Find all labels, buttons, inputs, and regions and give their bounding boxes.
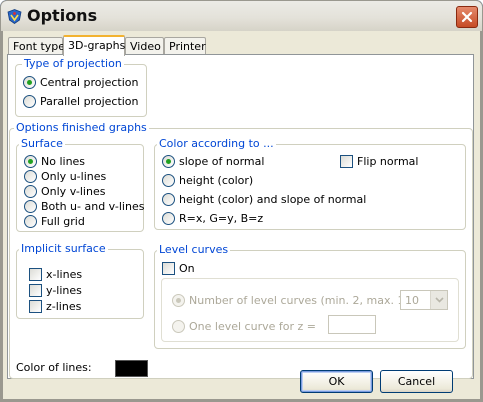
radio-rgb-xyz[interactable]: R=x, G=y, B=z <box>162 211 263 226</box>
radio-label: One level curve for z = <box>189 320 316 333</box>
checkbox[interactable] <box>340 155 353 168</box>
radio-button[interactable] <box>24 185 37 198</box>
checkbox-level-on[interactable]: On <box>162 261 195 276</box>
radio-number-of-level-curves[interactable]: Number of level curves (min. 2, max. 100… <box>172 293 426 308</box>
radio-label: Only u-lines <box>41 170 107 183</box>
radio-button[interactable] <box>172 294 185 307</box>
tab-label: Font type <box>13 40 66 53</box>
radio-label: No lines <box>41 155 86 168</box>
title-bar[interactable]: Options <box>0 0 483 31</box>
level-z-input[interactable] <box>328 315 376 334</box>
tab-video[interactable]: Video <box>125 37 164 54</box>
tab-printer[interactable]: Printer <box>164 37 206 54</box>
radio-central-projection[interactable]: Central projection <box>23 75 138 90</box>
radio-label: Both u- and v-lines <box>41 200 145 213</box>
checkbox-label: y-lines <box>46 284 82 297</box>
radio-button[interactable] <box>162 155 175 168</box>
checkbox-label: Flip normal <box>357 155 419 168</box>
checkbox-x-lines[interactable]: x-lines <box>29 267 82 282</box>
checkbox-z-lines[interactable]: z-lines <box>29 299 81 314</box>
options-dialog: Options Font type 3D-graphs Video Printe… <box>0 0 483 402</box>
tab-label: 3D-graphs <box>68 39 126 52</box>
radio-button[interactable] <box>162 193 175 206</box>
checkbox[interactable] <box>162 262 175 275</box>
radio-height-color[interactable]: height (color) <box>162 173 253 188</box>
radio-button[interactable] <box>162 212 175 225</box>
cancel-button[interactable]: Cancel <box>380 370 453 393</box>
checkbox-label: x-lines <box>46 268 83 281</box>
color-according-group: Color according to ... slope of normal h… <box>154 137 466 230</box>
radio-label: Full grid <box>41 215 85 228</box>
tab-3d-graphs[interactable]: 3D-graphs <box>63 35 125 56</box>
tab-font-type[interactable]: Font type <box>8 37 66 54</box>
radio-button[interactable] <box>23 76 36 89</box>
radio-both-lines[interactable]: Both u- and v-lines <box>24 199 144 214</box>
select-value: 10 <box>405 293 419 307</box>
finished-graphs-group: Options finished graphs Surface No lines… <box>9 121 473 379</box>
checkbox-label: z-lines <box>46 300 82 313</box>
implicit-surface-group: Implicit surface x-lines y-lines z-lines <box>16 242 144 319</box>
close-icon <box>461 11 473 23</box>
radio-label: Parallel projection <box>40 95 139 108</box>
color-of-lines-label: Color of lines: <box>16 361 92 374</box>
tab-panel-3d-graphs: Type of projection Central projection Pa… <box>7 54 474 379</box>
close-button[interactable] <box>456 6 478 28</box>
chevron-down-icon[interactable] <box>430 291 447 309</box>
checkbox-flip-normal[interactable]: Flip normal <box>340 154 418 169</box>
dialog-client-area: Font type 3D-graphs Video Printer Type o… <box>3 31 480 399</box>
color-of-lines-swatch[interactable] <box>115 360 148 377</box>
radio-label: slope of normal <box>179 155 265 168</box>
level-curves-legend: Level curves <box>157 243 231 256</box>
app-logo-icon <box>7 9 22 24</box>
button-label: OK <box>328 375 345 388</box>
button-label: Cancel <box>397 375 436 388</box>
projection-group: Type of projection Central projection Pa… <box>15 57 147 117</box>
radio-button[interactable] <box>24 170 37 183</box>
radio-full-grid[interactable]: Full grid <box>24 214 85 229</box>
checkbox[interactable] <box>29 268 42 281</box>
window-title: Options <box>27 6 98 25</box>
surface-legend: Surface <box>19 137 65 150</box>
radio-height-and-slope[interactable]: height (color) and slope of normal <box>162 192 366 207</box>
ok-button[interactable]: OK <box>300 370 373 393</box>
finished-graphs-legend: Options finished graphs <box>14 121 149 134</box>
radio-one-level-curve[interactable]: One level curve for z = <box>172 319 316 334</box>
radio-label: height (color) <box>179 174 254 187</box>
checkbox-label: On <box>179 262 195 275</box>
radio-button[interactable] <box>162 174 175 187</box>
radio-button[interactable] <box>24 155 37 168</box>
radio-button[interactable] <box>23 95 36 108</box>
surface-group: Surface No lines Only u-lines Only v-lin… <box>16 137 144 232</box>
radio-label: height (color) and slope of normal <box>179 193 367 206</box>
radio-parallel-projection[interactable]: Parallel projection <box>23 94 139 109</box>
radio-label: Only v-lines <box>41 185 106 198</box>
radio-label: Number of level curves (min. 2, max. 100… <box>189 294 427 307</box>
radio-label: Central projection <box>40 76 139 89</box>
radio-label: R=x, G=y, B=z <box>179 212 264 225</box>
level-curves-group: Level curves On Number of level curves (… <box>154 243 466 349</box>
radio-button[interactable] <box>172 320 185 333</box>
level-curves-inner-group: Number of level curves (min. 2, max. 100… <box>161 278 459 342</box>
radio-only-v-lines[interactable]: Only v-lines <box>24 184 105 199</box>
implicit-surface-legend: Implicit surface <box>19 242 108 255</box>
radio-no-lines[interactable]: No lines <box>24 154 85 169</box>
checkbox[interactable] <box>29 300 42 313</box>
tab-label: Printer <box>169 40 206 53</box>
radio-slope-of-normal[interactable]: slope of normal <box>162 154 264 169</box>
projection-legend: Type of projection <box>22 57 124 70</box>
radio-only-u-lines[interactable]: Only u-lines <box>24 169 106 184</box>
level-count-select[interactable]: 10 <box>400 290 448 310</box>
radio-button[interactable] <box>24 200 37 213</box>
tab-label: Video <box>130 40 161 53</box>
checkbox[interactable] <box>29 284 42 297</box>
checkbox-y-lines[interactable]: y-lines <box>29 283 82 298</box>
color-according-legend: Color according to ... <box>157 137 276 150</box>
radio-button[interactable] <box>24 215 37 228</box>
